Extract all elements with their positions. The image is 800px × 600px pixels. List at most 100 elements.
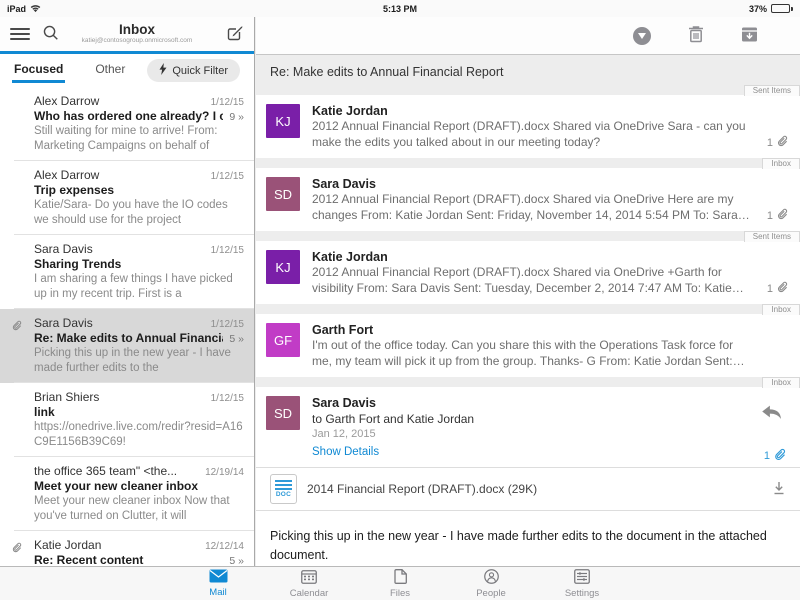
account-email: katiej@contosogroup.onmicrosoft.com <box>60 37 214 45</box>
attachment-name: 2014 Financial Report (DRAFT).docx (29K) <box>307 482 537 496</box>
subject: Who has ordered one already? I ca... <box>34 109 223 124</box>
conversation-subject: Re: Make edits to Annual Financial Repor… <box>256 55 800 85</box>
download-button[interactable] <box>772 481 786 498</box>
tab-settings[interactable]: Settings <box>560 569 604 599</box>
conversation-thread: Sent Items KJ Katie Jordan 2012 Annual F… <box>256 85 800 566</box>
thread-count: 5 » <box>229 333 244 345</box>
date: 1/12/15 <box>211 245 244 256</box>
doc-file-icon: DOC <box>270 474 297 504</box>
calendar-icon <box>301 569 317 587</box>
message-card[interactable]: Inbox SD Sara Davis 2012 Annual Financia… <box>256 168 800 231</box>
tab-calendar[interactable]: Calendar <box>287 569 331 599</box>
subject: Trip expenses <box>34 183 244 198</box>
sender: the office 365 team" <the... <box>34 464 199 479</box>
preview: Still waiting for mine to arrive! From: … <box>34 124 244 154</box>
mailbox-title: Inbox <box>60 23 214 37</box>
message-preview: 2012 Annual Financial Report (DRAFT).doc… <box>312 265 788 296</box>
show-details-link[interactable]: Show Details <box>312 444 379 460</box>
status-bar: iPad 5:13 PM 37% <box>0 0 800 17</box>
attachment-row[interactable]: DOC 2014 Financial Report (DRAFT).docx (… <box>256 467 800 511</box>
quick-filter-button[interactable]: Quick Filter <box>147 59 240 82</box>
preview: I am sharing a few things I have picked … <box>34 272 244 302</box>
subject: Meet your new cleaner inbox <box>34 479 244 494</box>
message-sender: Sara Davis <box>312 176 788 192</box>
tab-people[interactable]: People <box>469 569 513 599</box>
mailbox-header: Inbox katiej@contosogroup.onmicrosoft.co… <box>0 17 254 54</box>
mail-icon <box>209 569 228 586</box>
app-tab-bar: Mail Calendar Files People Settings <box>0 566 800 600</box>
message-preview: 2012 Annual Financial Report (DRAFT).doc… <box>312 192 788 223</box>
subject: Re: Make edits to Annual Financial... <box>34 331 223 346</box>
chevron-down-icon <box>638 33 646 39</box>
message-preview: 2012 Annual Financial Report (DRAFT).doc… <box>312 119 788 150</box>
reply-button[interactable] <box>760 403 784 423</box>
tab-mail[interactable]: Mail <box>196 569 240 598</box>
folder-badge: Inbox <box>762 304 800 315</box>
compose-icon <box>226 24 244 45</box>
sender: Alex Darrow <box>34 94 205 109</box>
paperclip-icon <box>11 318 22 336</box>
list-item-selected[interactable]: Sara Davis 1/12/15 Re: Make edits to Annu… <box>0 309 254 383</box>
date: 1/12/15 <box>211 393 244 404</box>
preview: https://onedrive.live.com/redir?resid=A1… <box>34 420 244 450</box>
tab-other[interactable]: Other <box>95 62 125 80</box>
archive-button[interactable] <box>741 26 758 46</box>
lightning-icon <box>159 63 167 78</box>
trash-icon <box>688 25 704 46</box>
message-sender: Katie Jordan <box>312 249 788 265</box>
paperclip-icon <box>776 281 788 296</box>
people-icon <box>484 569 499 587</box>
date: 1/12/15 <box>211 97 244 108</box>
message-date: Jan 12, 2015 <box>312 427 788 442</box>
date: 1/12/15 <box>211 319 244 330</box>
tab-files[interactable]: Files <box>378 569 422 599</box>
reading-pane: Re: Make edits to Annual Financial Repor… <box>256 17 800 566</box>
compose-button[interactable] <box>226 24 244 45</box>
delete-button[interactable] <box>688 25 704 46</box>
expanded-message-header[interactable]: SD Sara Davis to Garth Fort and Katie Jo… <box>256 387 800 467</box>
message-toolbar <box>256 17 800 55</box>
message-body: Picking this up in the new year - I have… <box>256 511 800 566</box>
paperclip-icon <box>776 208 788 223</box>
folder-badge: Sent Items <box>744 231 800 242</box>
paperclip-icon <box>776 135 788 150</box>
menu-icon[interactable] <box>10 28 30 40</box>
thread-count: 5 » <box>229 555 244 566</box>
attachment-count: 1 <box>767 208 788 223</box>
date: 1/12/15 <box>211 171 244 182</box>
sender: Brian Shiers <box>34 390 205 405</box>
sender: Alex Darrow <box>34 168 205 183</box>
message-list: Alex Darrow 1/12/15 Who has ordered one a… <box>0 87 254 566</box>
date: 12/12/14 <box>205 541 244 552</box>
message-sender: Katie Jordan <box>312 103 788 119</box>
folder-badge: Sent Items <box>744 85 800 96</box>
subject: Re: Recent content <box>34 553 223 566</box>
thread-count: 9 » <box>229 111 244 123</box>
subject: link <box>34 405 244 420</box>
mailbox-title-block: Inbox katiej@contosogroup.onmicrosoft.co… <box>60 23 214 45</box>
more-actions-button[interactable] <box>633 27 651 45</box>
list-item[interactable]: the office 365 team" <the...12/19/14 Mee… <box>0 457 254 531</box>
list-item[interactable]: Sara Davis1/12/15 Sharing Trends I am sh… <box>0 235 254 309</box>
message-card[interactable]: Sent Items KJ Katie Jordan 2012 Annual F… <box>256 241 800 304</box>
message-card[interactable]: Inbox GF Garth Fort I'm out of the offic… <box>256 314 800 377</box>
list-item[interactable]: Katie Jordan 12/12/14 Re: Recent content 5… <box>0 531 254 566</box>
subject: Sharing Trends <box>34 257 244 272</box>
list-item[interactable]: Alex Darrow 1/12/15 Trip expenses Katie/S… <box>0 161 254 235</box>
preview: Katie/Sara- Do you have the IO codes we … <box>34 198 244 228</box>
message-card[interactable]: Sent Items KJ Katie Jordan 2012 Annual F… <box>256 95 800 158</box>
avatar: SD <box>266 177 300 211</box>
search-button[interactable] <box>42 24 59 44</box>
inbox-filter-tabs: Focused Other Quick Filter <box>0 54 254 87</box>
avatar: GF <box>266 323 300 357</box>
list-item[interactable]: Alex Darrow 1/12/15 Who has ordered one a… <box>0 87 254 161</box>
folder-badge: Inbox <box>762 158 800 169</box>
reply-arrow-icon <box>760 408 784 423</box>
message-card-expanded: Inbox SD Sara Davis to Garth Fort and Ka… <box>256 387 800 566</box>
sender: Sara Davis <box>34 316 205 331</box>
tab-focused[interactable]: Focused <box>14 62 63 80</box>
message-sender: Sara Davis <box>312 395 788 411</box>
avatar: SD <box>266 396 300 430</box>
sender: Katie Jordan <box>34 538 199 553</box>
list-item[interactable]: Brian Shiers 1/12/15 link https://onedriv… <box>0 383 254 457</box>
